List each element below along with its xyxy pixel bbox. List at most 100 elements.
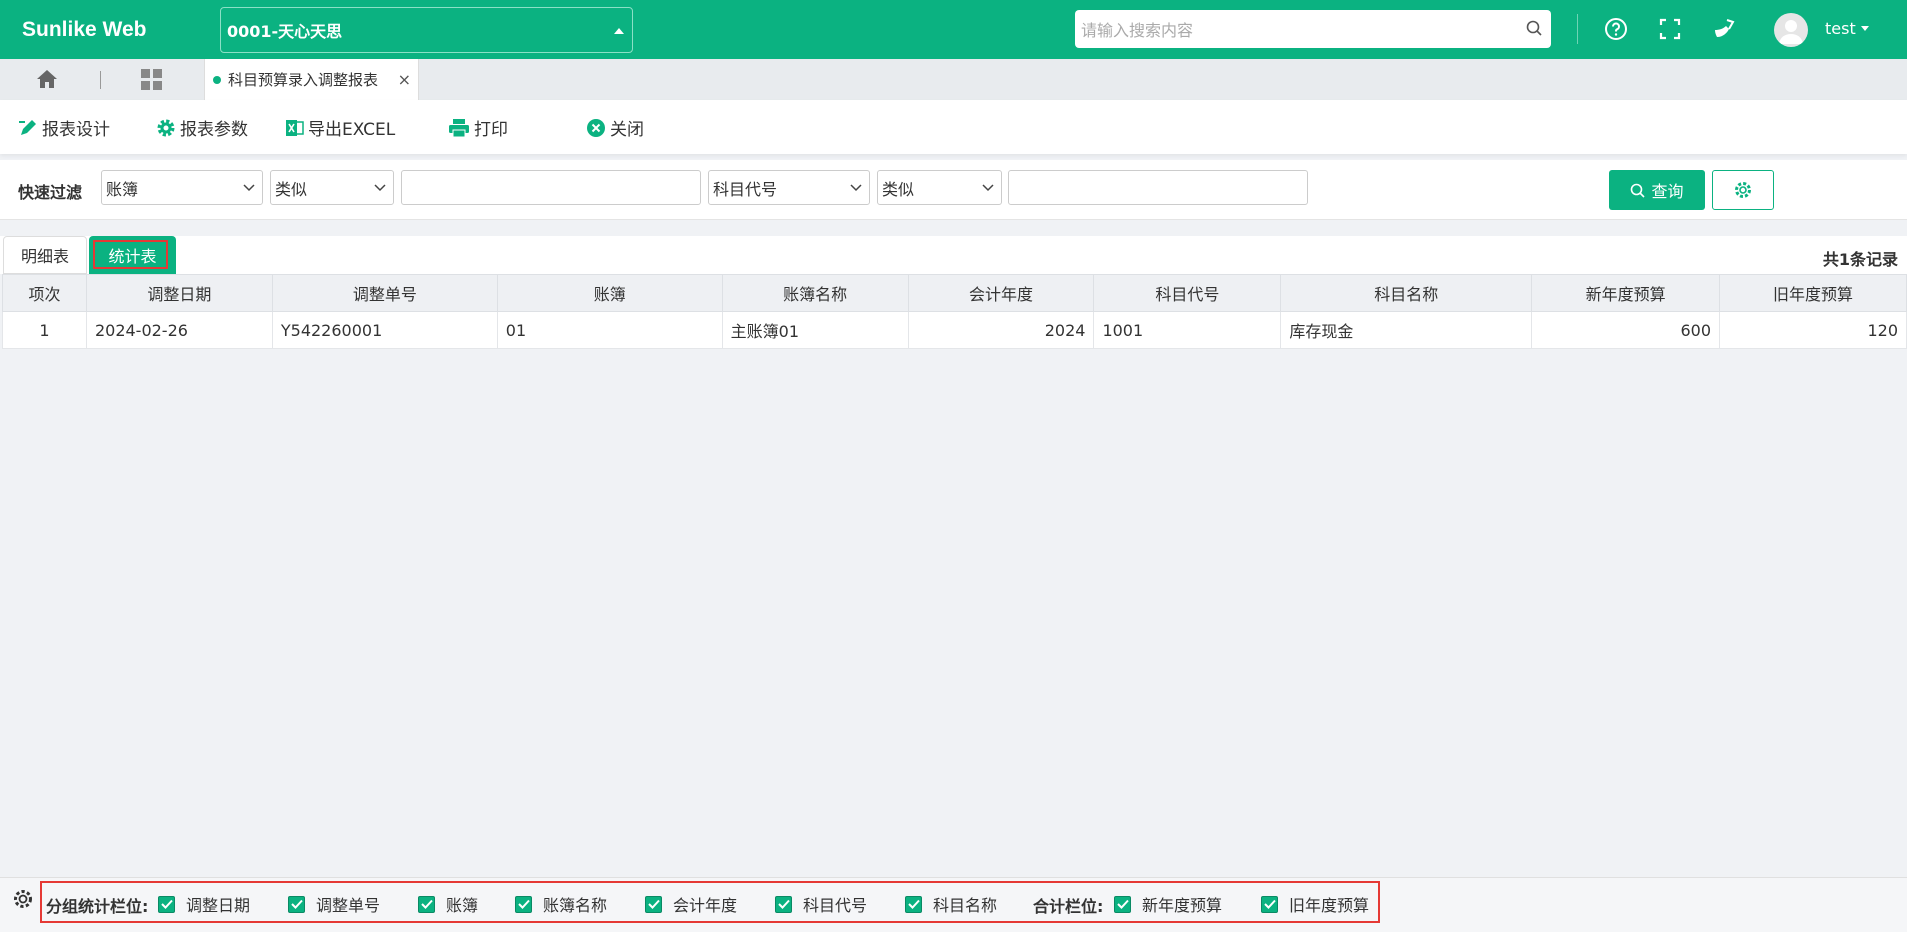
col-header[interactable]: 旧年度预算 bbox=[1719, 274, 1907, 312]
group-field-label: 会计年度 bbox=[673, 896, 738, 915]
caret-down-icon bbox=[1860, 26, 1869, 31]
check-icon bbox=[418, 895, 435, 913]
close-icon[interactable]: × bbox=[398, 70, 411, 89]
check-icon bbox=[1261, 895, 1278, 913]
gear-icon bbox=[1735, 182, 1751, 198]
gear-icon bbox=[157, 119, 175, 136]
chevron-down-icon bbox=[243, 184, 255, 192]
tab-stats[interactable]: 统计表 bbox=[89, 236, 176, 274]
group-field-checkbox[interactable]: 科目代号 bbox=[775, 892, 867, 916]
filter-field-2-value: 科目代号 bbox=[713, 179, 778, 199]
check-icon bbox=[905, 895, 922, 913]
excel-icon bbox=[286, 119, 304, 136]
record-count: 共1条记录 bbox=[1822, 250, 1898, 269]
clear-cache-icon[interactable] bbox=[1709, 14, 1739, 44]
sum-field-checkbox[interactable]: 旧年度预算 bbox=[1261, 892, 1369, 916]
sum-field-label: 旧年度预算 bbox=[1289, 896, 1370, 915]
report-design-button[interactable]: 报表设计 bbox=[18, 115, 110, 140]
filter-op-1-select[interactable]: 类似 bbox=[270, 170, 394, 205]
filter-field-1-value: 账簿 bbox=[106, 179, 139, 199]
close-button[interactable]: 关闭 bbox=[586, 115, 644, 140]
table-cell: Y542260001 bbox=[271, 311, 498, 349]
filter-field-2-select[interactable]: 科目代号 bbox=[708, 170, 870, 205]
report-params-button[interactable]: 报表参数 bbox=[156, 115, 248, 140]
export-excel-button[interactable]: 导出EXCEL bbox=[286, 115, 395, 140]
user-menu[interactable]: test bbox=[1825, 19, 1869, 38]
query-button[interactable]: 查询 bbox=[1609, 170, 1705, 210]
col-header[interactable]: 调整日期 bbox=[85, 274, 273, 312]
group-field-checkbox[interactable]: 调整日期 bbox=[158, 892, 250, 916]
group-field-checkbox[interactable]: 账簿名称 bbox=[515, 892, 607, 916]
org-select-value: 0001-天心天思 bbox=[227, 21, 343, 41]
home-icon[interactable] bbox=[36, 69, 58, 93]
tab-report[interactable]: 科目预算录入调整报表 × bbox=[204, 59, 419, 100]
caret-up-icon bbox=[614, 27, 624, 34]
chevron-down-icon bbox=[850, 184, 862, 192]
col-header[interactable]: 项次 bbox=[2, 274, 87, 312]
check-icon bbox=[288, 895, 305, 913]
check-icon bbox=[158, 895, 175, 913]
group-field-checkbox[interactable]: 科目名称 bbox=[905, 892, 997, 916]
table-row[interactable]: 1 2024-02-26 Y542260001 01 主账簿01 2024 10… bbox=[2, 311, 1907, 349]
field-highlight-box: 分组统计栏位: 调整日期 调整单号 账簿 账簿名称 会计年度 科目代号 科目名称 bbox=[40, 881, 1380, 923]
gear-icon[interactable] bbox=[12, 888, 34, 914]
filter-value-2-input[interactable] bbox=[1008, 170, 1308, 205]
filter-settings-button[interactable] bbox=[1712, 170, 1774, 210]
col-header[interactable]: 账簿名称 bbox=[721, 274, 909, 312]
sum-field-checkbox[interactable]: 新年度预算 bbox=[1114, 892, 1222, 916]
tab-detail[interactable]: 明细表 bbox=[3, 236, 87, 274]
tab-divider bbox=[100, 71, 101, 89]
group-field-checkbox[interactable]: 会计年度 bbox=[645, 892, 737, 916]
tab-report-label: 科目预算录入调整报表 bbox=[228, 71, 379, 89]
active-dot bbox=[213, 75, 221, 84]
col-header[interactable]: 新年度预算 bbox=[1531, 274, 1721, 312]
avatar[interactable] bbox=[1774, 13, 1808, 47]
search-icon bbox=[1631, 183, 1646, 198]
check-icon bbox=[645, 895, 662, 913]
global-search-input[interactable]: 请输入搜索内容 bbox=[1075, 10, 1551, 48]
group-field-label: 科目名称 bbox=[933, 896, 998, 915]
sum-fields-label: 合计栏位: bbox=[1033, 897, 1104, 916]
filter-value-1-input[interactable] bbox=[401, 170, 701, 205]
group-field-label: 账簿名称 bbox=[543, 896, 608, 915]
col-header[interactable]: 科目代号 bbox=[1093, 274, 1282, 312]
printer-icon bbox=[449, 118, 469, 137]
table-cell: 2024 bbox=[907, 311, 1095, 349]
grid-menu-icon[interactable] bbox=[141, 69, 162, 94]
check-icon bbox=[1114, 895, 1131, 913]
filter-op-2-select[interactable]: 类似 bbox=[877, 170, 1002, 205]
col-header[interactable]: 科目名称 bbox=[1280, 274, 1533, 312]
table-cell: 主账簿01 bbox=[721, 311, 909, 349]
col-header[interactable]: 调整单号 bbox=[271, 274, 498, 312]
user-name: test bbox=[1825, 19, 1856, 38]
table-cell: 1 bbox=[2, 311, 87, 349]
group-field-checkbox[interactable]: 调整单号 bbox=[288, 892, 380, 916]
table-cell: 120 bbox=[1719, 311, 1907, 349]
report-params-label: 报表参数 bbox=[180, 120, 248, 140]
sum-field-label: 新年度预算 bbox=[1142, 896, 1223, 915]
report-design-label: 报表设计 bbox=[42, 120, 110, 140]
group-field-checkbox[interactable]: 账簿 bbox=[418, 892, 478, 916]
group-field-label: 调整单号 bbox=[316, 896, 381, 915]
table-cell: 01 bbox=[496, 311, 723, 349]
filter-field-1-select[interactable]: 账簿 bbox=[101, 170, 263, 205]
fullscreen-icon[interactable] bbox=[1655, 14, 1685, 44]
quick-filter: 快速过滤 账簿 类似 科目代号 类似 查询 bbox=[0, 160, 1907, 220]
chevron-down-icon bbox=[374, 184, 386, 192]
col-header[interactable]: 会计年度 bbox=[907, 274, 1095, 312]
table-header-row: 项次 调整日期 调整单号 账簿 账簿名称 会计年度 科目代号 科目名称 新年度预… bbox=[2, 274, 1907, 312]
table-cell: 2024-02-26 bbox=[85, 311, 273, 349]
table-cell: 1001 bbox=[1093, 311, 1282, 349]
group-fields-label: 分组统计栏位: bbox=[46, 897, 149, 916]
check-icon bbox=[775, 895, 792, 913]
org-select[interactable]: 0001-天心天思 bbox=[220, 6, 633, 53]
group-field-label: 账簿 bbox=[446, 896, 479, 915]
search-placeholder: 请输入搜索内容 bbox=[1081, 21, 1194, 40]
col-header[interactable]: 账簿 bbox=[496, 274, 723, 312]
search-icon[interactable] bbox=[1526, 20, 1543, 41]
group-field-label: 科目代号 bbox=[803, 896, 868, 915]
help-icon[interactable] bbox=[1601, 14, 1631, 44]
print-button[interactable]: 打印 bbox=[448, 115, 508, 140]
app-logo: Sunlike Web bbox=[22, 17, 147, 41]
tab-bar: 科目预算录入调整报表 × bbox=[0, 59, 1907, 100]
